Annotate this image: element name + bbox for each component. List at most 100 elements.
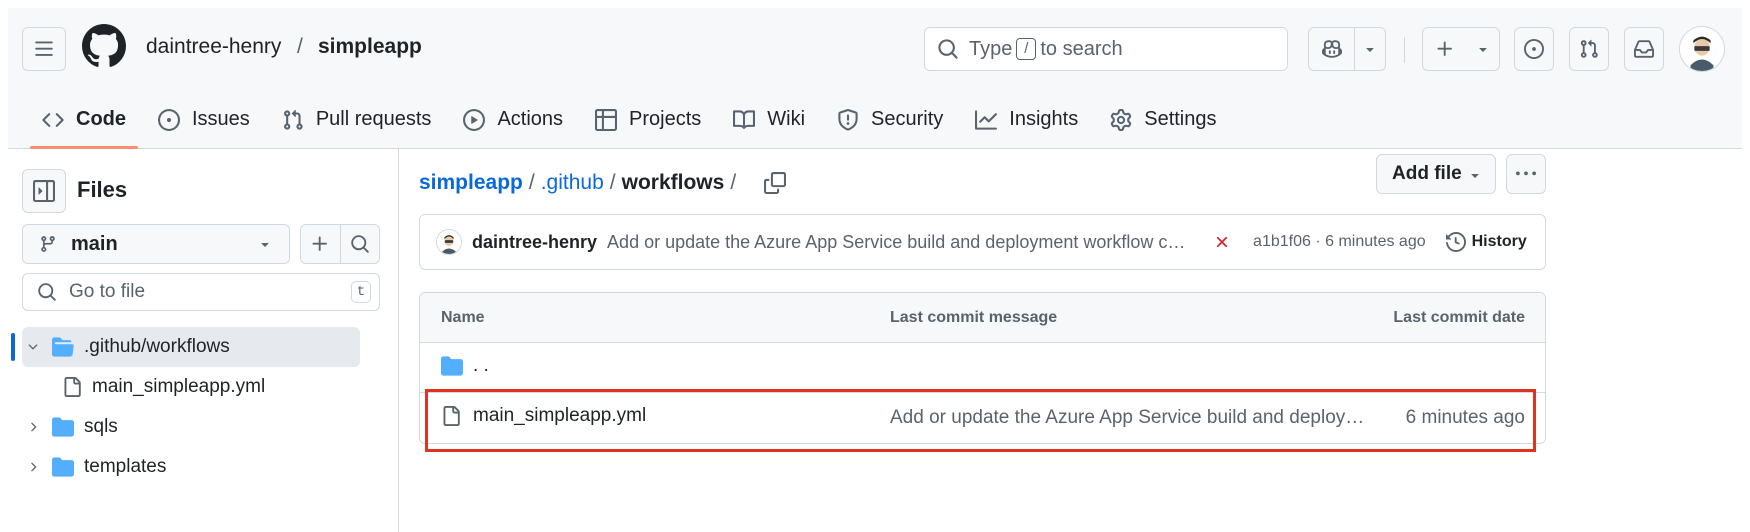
copy-icon[interactable] (764, 172, 787, 194)
search-icon (938, 39, 958, 59)
add-file-button[interactable] (301, 225, 340, 263)
code-icon (42, 112, 64, 127)
search-repo-button[interactable] (339, 225, 379, 263)
play-icon (463, 108, 486, 131)
tab-label: Security (871, 108, 944, 130)
search-icon (38, 283, 56, 301)
commit-hash-time[interactable]: a1b1f06 · 6 minutes ago (1253, 233, 1426, 251)
tab-settings[interactable]: Settings (1098, 90, 1228, 149)
tab-label: Settings (1144, 108, 1217, 130)
triangle-down-icon (1479, 48, 1487, 52)
triangle-down-icon (261, 243, 269, 247)
tab-label: Actions (497, 108, 564, 130)
tab-projects[interactable]: Projects (583, 90, 713, 149)
breadcrumb-separator: / (730, 171, 737, 194)
table-icon (595, 108, 618, 131)
avatar-image-icon (437, 230, 461, 254)
repo-link[interactable]: simpleapp (318, 35, 422, 59)
path-breadcrumb: simpleapp / .github / workflows / (419, 171, 787, 195)
x-status-icon[interactable] (1213, 233, 1231, 251)
tab-issues[interactable]: Issues (146, 90, 262, 149)
active-item-indicator (11, 333, 15, 361)
tab-label: Issues (192, 108, 250, 130)
more-options-button[interactable] (1506, 154, 1546, 194)
breadcrumb-separator: / (297, 35, 303, 58)
create-new-split-button (1422, 27, 1500, 71)
breadcrumb-root-link[interactable]: simpleapp (419, 171, 523, 195)
copilot-dropdown[interactable] (1354, 28, 1385, 70)
plus-icon (1437, 41, 1452, 56)
tab-actions[interactable]: Actions (451, 90, 575, 149)
tab-security[interactable]: Security (825, 90, 955, 149)
sidebar-collapse-icon (33, 180, 55, 202)
breadcrumb-separator: / (528, 171, 535, 194)
github-logo-icon[interactable] (82, 24, 126, 68)
parent-directory-link[interactable]: . . (441, 355, 489, 377)
header-divider (1404, 37, 1405, 63)
go-to-file-input[interactable]: Go to file t (22, 273, 380, 311)
search-input[interactable]: Type / to search (924, 27, 1288, 71)
go-to-file-placeholder: Go to file (69, 281, 146, 302)
table-header: Name Last commit message Last commit dat… (420, 293, 1545, 343)
create-new-dropdown[interactable] (1467, 28, 1499, 70)
add-file-label: Add file (1392, 163, 1462, 184)
table-row-parent-directory[interactable]: . . (420, 343, 1545, 393)
column-header-name: Name (441, 309, 485, 326)
issue-opened-icon (158, 108, 180, 131)
notifications-button[interactable] (1624, 27, 1664, 71)
search-placeholder-prefix: Type (969, 37, 1013, 60)
tree-item-label: .github/workflows (84, 336, 230, 357)
collapse-file-tree-button[interactable] (22, 169, 66, 213)
breadcrumb-separator: / (609, 171, 616, 194)
hamburger-icon (35, 41, 53, 56)
tab-label: Code (76, 108, 126, 130)
owner-link[interactable]: daintree-henry (146, 35, 281, 59)
tab-insights[interactable]: Insights (963, 90, 1090, 149)
history-button[interactable]: History (1445, 232, 1527, 252)
commit-message-link[interactable]: Add or update the Azure App Service buil… (607, 232, 1191, 253)
chevron-right-icon[interactable] (26, 460, 40, 474)
repo-nav-tabs: Code Issues Pull requests Actions Projec… (30, 90, 1237, 149)
add-file-dropdown-button[interactable]: Add file (1376, 154, 1496, 194)
search-shortcut-key: / (1016, 38, 1037, 60)
go-to-file-shortcut: t (351, 281, 371, 303)
kebab-horizontal-icon (1516, 171, 1536, 176)
commit-author-link[interactable]: daintree-henry (472, 232, 597, 253)
column-header-date: Last commit date (1393, 309, 1525, 326)
commit-author-avatar[interactable] (436, 229, 462, 255)
triangle-down-icon (1471, 174, 1479, 178)
copilot-icon (1321, 40, 1342, 58)
tab-code[interactable]: Code (30, 90, 138, 149)
branch-selector[interactable]: main (22, 224, 290, 264)
copilot-button[interactable] (1309, 28, 1354, 70)
breadcrumb-current: workflows (621, 171, 725, 194)
tree-item-templates[interactable]: templates (22, 447, 166, 487)
issue-opened-icon (1524, 39, 1544, 59)
menu-button[interactable] (22, 27, 66, 71)
tab-pull-requests[interactable]: Pull requests (270, 90, 444, 149)
gear-icon (1111, 108, 1132, 131)
tab-label: Insights (1009, 108, 1079, 130)
breadcrumb-github-link[interactable]: .github (541, 171, 604, 195)
triangle-down-icon (1366, 48, 1374, 52)
inbox-icon (1634, 40, 1654, 58)
file-icon (64, 377, 81, 397)
tree-item-github-workflows[interactable]: .github/workflows (22, 327, 360, 367)
create-new-button[interactable] (1423, 28, 1467, 70)
user-avatar[interactable] (1679, 26, 1725, 72)
annotation-highlight-box (425, 389, 1536, 452)
shield-icon (838, 108, 858, 131)
column-header-message: Last commit message (890, 309, 1058, 326)
search-icon (351, 235, 369, 253)
tree-actions (300, 224, 380, 264)
your-pull-requests-button[interactable] (1569, 27, 1609, 71)
folder-open-icon (52, 337, 74, 357)
your-issues-button[interactable] (1514, 27, 1554, 71)
git-branch-icon (41, 236, 55, 252)
tree-item-sqls[interactable]: sqls (22, 407, 118, 447)
tree-item-main-simpleapp-yml[interactable]: main_simpleapp.yml (62, 367, 265, 407)
chevron-right-icon[interactable] (26, 420, 40, 434)
tab-wiki[interactable]: Wiki (721, 90, 817, 149)
app-frame: daintree-henry / simpleapp Type / to sea… (8, 8, 1742, 532)
chevron-down-icon[interactable] (26, 340, 40, 354)
